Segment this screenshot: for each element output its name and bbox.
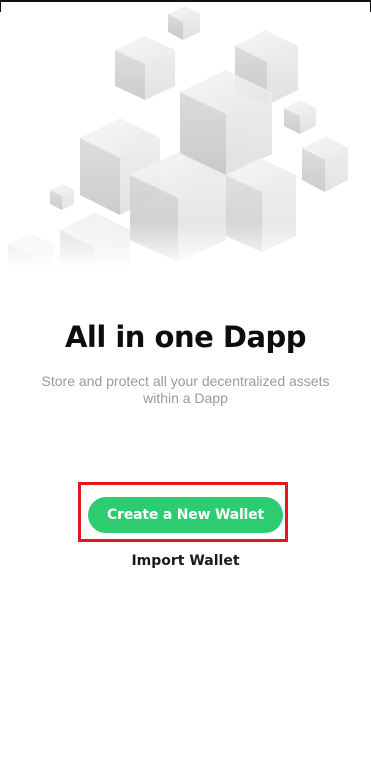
page-title: All in one Dapp: [64, 320, 307, 354]
page-subtitle: Store and protect all your decentralized…: [41, 373, 330, 406]
hero-fade: [0, 220, 371, 270]
hero-cubes-illustration: [0, 0, 371, 270]
create-wallet-button[interactable]: Create a New Wallet: [88, 497, 283, 533]
import-wallet-link[interactable]: Import Wallet: [0, 553, 371, 569]
cube-shape: [168, 6, 200, 40]
